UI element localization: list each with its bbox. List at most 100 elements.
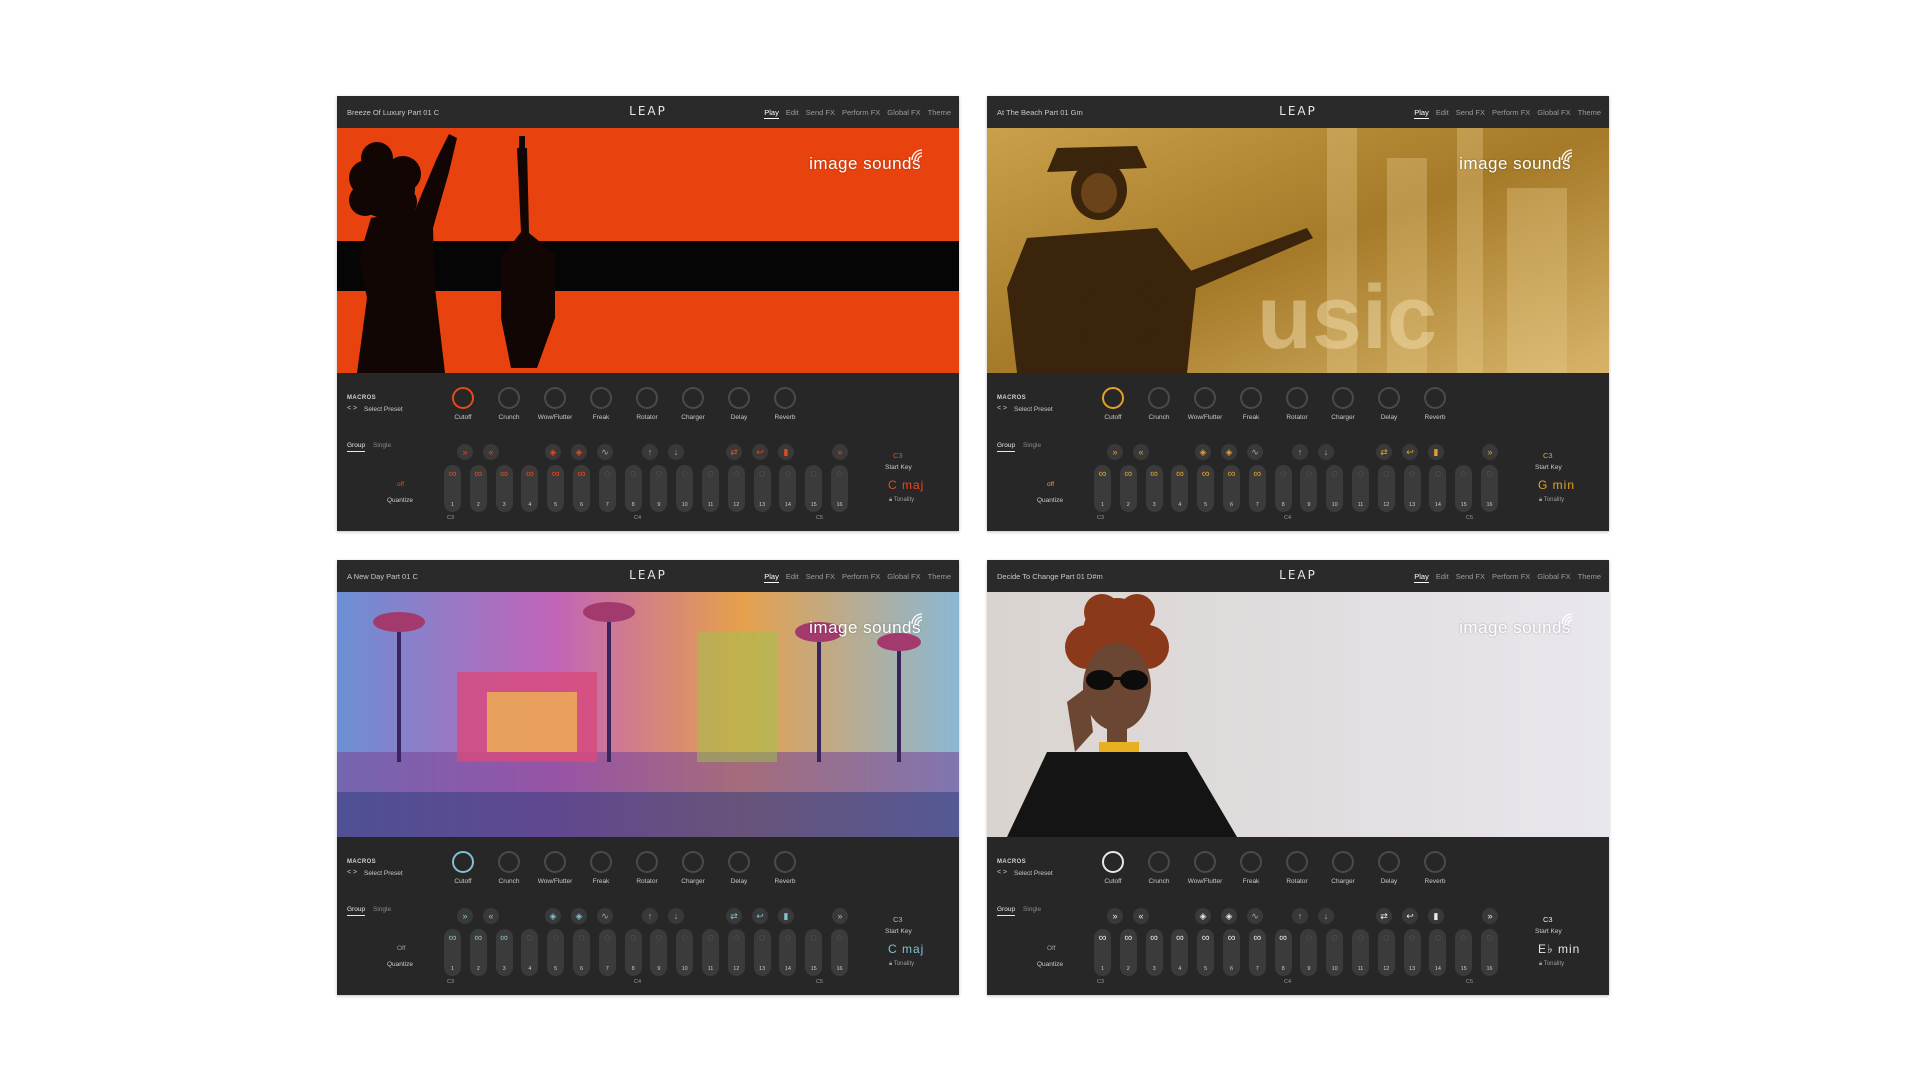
fast-forward-icon[interactable]: » <box>457 444 473 460</box>
sample-slot[interactable]: ◌ 12 <box>1377 465 1395 512</box>
knob-delay[interactable]: Delay <box>717 387 761 427</box>
chevron-left-right-icon[interactable]: < > <box>347 405 357 412</box>
knob-ring[interactable] <box>1148 387 1170 409</box>
mode-tab-group[interactable]: Group <box>347 906 366 916</box>
sample-slot[interactable]: ◌ 6 <box>573 929 590 976</box>
knob-charger[interactable]: Charger <box>671 387 715 427</box>
sample-slot[interactable]: ∞ 5 <box>1197 929 1215 976</box>
sample-slot[interactable]: ◌ 9 <box>650 465 668 512</box>
mode-tab-single[interactable]: Single <box>1023 442 1041 449</box>
return-icon[interactable]: ↩ <box>752 908 768 924</box>
knob-cutoff[interactable]: Cutoff <box>441 387 485 427</box>
knob-rotator[interactable]: Rotator <box>625 387 669 427</box>
knob-ring[interactable] <box>590 387 612 409</box>
knob-delay[interactable]: Delay <box>1367 851 1411 891</box>
sample-slot[interactable]: ◌ 8 <box>1274 465 1292 512</box>
sample-slot[interactable]: ∞ 1 <box>1094 465 1111 512</box>
knob-reverb[interactable]: Reverb <box>1413 851 1457 891</box>
fast-forward-icon[interactable]: » <box>832 908 848 924</box>
sample-slot[interactable]: ◌ 16 <box>831 465 848 512</box>
knob-ring[interactable] <box>498 387 520 409</box>
fast-forward-icon[interactable]: » <box>1107 908 1123 924</box>
arrow-up-icon[interactable]: ↑ <box>1292 908 1308 924</box>
sample-slot[interactable]: ◌ 13 <box>753 465 771 512</box>
tab-theme[interactable]: Theme <box>1578 108 1601 119</box>
knob-ring[interactable] <box>1102 851 1124 873</box>
knob-ring[interactable] <box>452 387 474 409</box>
knob-ring[interactable] <box>636 387 658 409</box>
swap-icon[interactable]: ⇄ <box>1376 444 1392 460</box>
sample-slot[interactable]: ◌ 11 <box>1352 929 1369 976</box>
sample-slot[interactable]: ◌ 10 <box>676 465 694 512</box>
knob-ring[interactable] <box>1286 387 1308 409</box>
return-icon[interactable]: ↩ <box>1402 908 1418 924</box>
sample-slot[interactable]: ◌ 8 <box>624 929 642 976</box>
knob-ring[interactable] <box>682 851 704 873</box>
chevron-left-right-icon[interactable]: < > <box>347 869 357 876</box>
tab-global-fx[interactable]: Global FX <box>1537 108 1570 119</box>
knob-wow-flutter[interactable]: Wow/Flutter <box>1183 387 1227 427</box>
tab-perform-fx[interactable]: Perform FX <box>1492 108 1530 119</box>
knob-crunch[interactable]: Crunch <box>487 851 531 891</box>
sample-slot[interactable]: ◌ 9 <box>650 929 668 976</box>
start-key-value[interactable]: C3 <box>1543 451 1553 460</box>
quantize-value[interactable]: off <box>397 481 404 488</box>
knob-rotator[interactable]: Rotator <box>1275 387 1319 427</box>
diamond-icon[interactable]: ◈ <box>1221 908 1237 924</box>
start-key-value[interactable]: C3 <box>893 451 903 460</box>
knob-wow-flutter[interactable]: Wow/Flutter <box>533 851 577 891</box>
start-key-value[interactable]: C3 <box>1543 915 1553 924</box>
knob-ring[interactable] <box>1378 387 1400 409</box>
tab-global-fx[interactable]: Global FX <box>1537 572 1570 583</box>
select-preset-button[interactable]: Select Preset <box>1014 406 1053 413</box>
sample-slot[interactable]: ◌ 10 <box>1326 465 1344 512</box>
sample-slot[interactable]: ∞ 3 <box>495 465 513 512</box>
knob-ring[interactable] <box>1424 387 1446 409</box>
knob-ring[interactable] <box>1240 851 1262 873</box>
fast-forward-icon[interactable]: » <box>1482 908 1498 924</box>
mode-tab-group[interactable]: Group <box>997 906 1016 916</box>
fast-forward-icon[interactable]: » <box>457 908 473 924</box>
knob-freak[interactable]: Freak <box>579 387 623 427</box>
sample-slot[interactable]: ∞ 7 <box>1248 465 1266 512</box>
knob-ring[interactable] <box>1194 387 1216 409</box>
tab-edit[interactable]: Edit <box>786 108 799 119</box>
knob-delay[interactable]: Delay <box>1367 387 1411 427</box>
wave-icon[interactable]: ∿ <box>1247 444 1263 460</box>
tab-edit[interactable]: Edit <box>1436 108 1449 119</box>
select-preset-button[interactable]: Select Preset <box>364 406 403 413</box>
knob-rotator[interactable]: Rotator <box>625 851 669 891</box>
knob-ring[interactable] <box>498 851 520 873</box>
arrow-down-icon[interactable]: ↓ <box>668 444 684 460</box>
tab-send-fx[interactable]: Send FX <box>806 108 835 119</box>
sample-slot[interactable]: ∞ 4 <box>1171 929 1189 976</box>
knob-crunch[interactable]: Crunch <box>487 387 531 427</box>
knob-ring[interactable] <box>682 387 704 409</box>
sample-slot[interactable]: ◌ 9 <box>1300 465 1318 512</box>
sample-slot[interactable]: ◌ 11 <box>1352 465 1369 512</box>
diamond-icon[interactable]: ◈ <box>1221 444 1237 460</box>
wave-icon[interactable]: ∿ <box>1247 908 1263 924</box>
sample-slot[interactable]: ◌ 7 <box>598 929 616 976</box>
sample-slot[interactable]: ∞ 6 <box>1223 465 1240 512</box>
knob-freak[interactable]: Freak <box>579 851 623 891</box>
sample-slot[interactable]: ∞ 5 <box>547 465 565 512</box>
sample-slot[interactable]: ◌ 11 <box>702 929 719 976</box>
tab-play[interactable]: Play <box>1414 108 1429 119</box>
knob-ring[interactable] <box>544 387 566 409</box>
sample-slot[interactable]: ◌ 9 <box>1300 929 1318 976</box>
bars-icon[interactable]: ▮ <box>1428 444 1444 460</box>
tab-theme[interactable]: Theme <box>928 108 951 119</box>
knob-crunch[interactable]: Crunch <box>1137 851 1181 891</box>
knob-charger[interactable]: Charger <box>1321 387 1365 427</box>
sample-slot[interactable]: ∞ 2 <box>469 465 487 512</box>
tab-send-fx[interactable]: Send FX <box>1456 108 1485 119</box>
select-preset-button[interactable]: Select Preset <box>364 870 403 877</box>
tab-play[interactable]: Play <box>764 108 779 119</box>
swap-icon[interactable]: ⇄ <box>726 444 742 460</box>
knob-ring[interactable] <box>1102 387 1124 409</box>
return-icon[interactable]: ↩ <box>1402 444 1418 460</box>
sample-slot[interactable]: ∞ 7 <box>1248 929 1266 976</box>
knob-reverb[interactable]: Reverb <box>763 851 807 891</box>
sample-slot[interactable]: ∞ 5 <box>1197 465 1215 512</box>
